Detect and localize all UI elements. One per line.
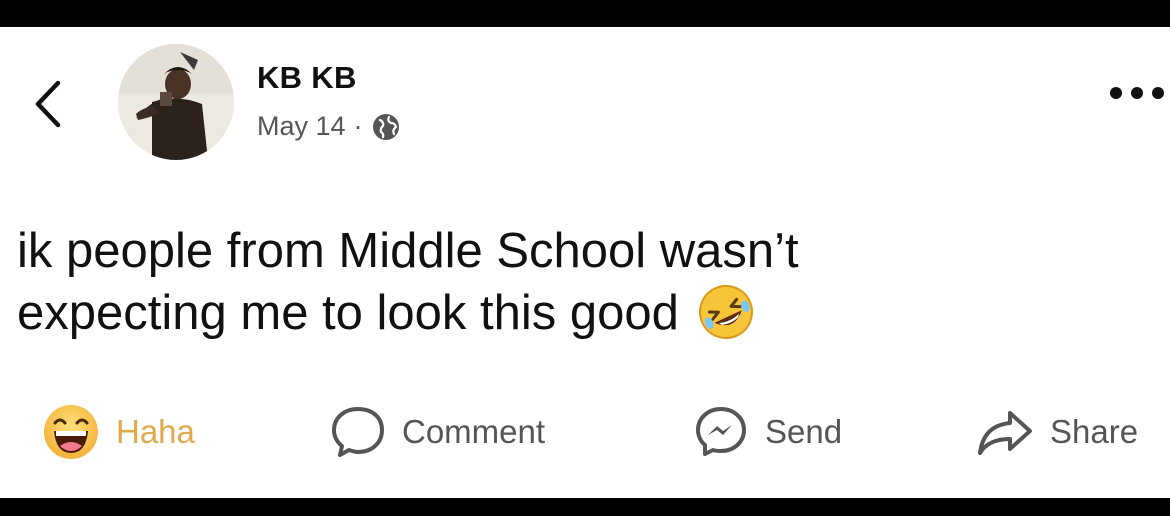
- post-date[interactable]: May 14: [257, 111, 346, 142]
- action-bar: Haha Comment Send Share: [0, 402, 1170, 462]
- post-text-line: ik people from Middle School wasn’t: [17, 224, 799, 278]
- send-label: Send: [765, 413, 843, 450]
- haha-label: Haha: [116, 413, 195, 450]
- share-arrow-icon: [978, 411, 1032, 455]
- bottom-bar: [0, 498, 1170, 516]
- post-meta: May 14 ·: [257, 111, 401, 142]
- more-dot-icon: [1152, 87, 1164, 99]
- chevron-left-icon: [35, 80, 61, 128]
- more-options-button[interactable]: [1110, 83, 1164, 103]
- author-name[interactable]: KB KB: [257, 60, 357, 96]
- haha-icon: [44, 405, 98, 459]
- top-status-bar: [0, 0, 1170, 27]
- post-text-line: expecting me to look this good: [17, 286, 679, 340]
- globe-icon: [372, 113, 399, 140]
- share-button[interactable]: Share: [976, 402, 1138, 462]
- avatar[interactable]: [118, 44, 234, 160]
- meta-separator: ·: [353, 111, 363, 141]
- messenger-icon: [696, 407, 746, 456]
- more-dot-icon: [1131, 87, 1143, 99]
- post-text: ik people from Middle School wasn’t expe…: [17, 220, 1137, 344]
- back-button[interactable]: [28, 79, 72, 129]
- share-label: Share: [1050, 413, 1139, 450]
- avatar-photo: [118, 44, 234, 160]
- comment-button[interactable]: Comment: [330, 402, 545, 462]
- send-button[interactable]: Send: [693, 402, 842, 462]
- haha-reaction-button[interactable]: Haha: [42, 402, 195, 462]
- more-dot-icon: [1110, 87, 1122, 99]
- rolling-on-floor-laughing-emoji: [698, 285, 753, 339]
- comment-icon: [332, 407, 384, 457]
- comment-label: Comment: [402, 413, 546, 450]
- post-card: KB KB May 14 · ik people from Middle Sch…: [0, 27, 1170, 498]
